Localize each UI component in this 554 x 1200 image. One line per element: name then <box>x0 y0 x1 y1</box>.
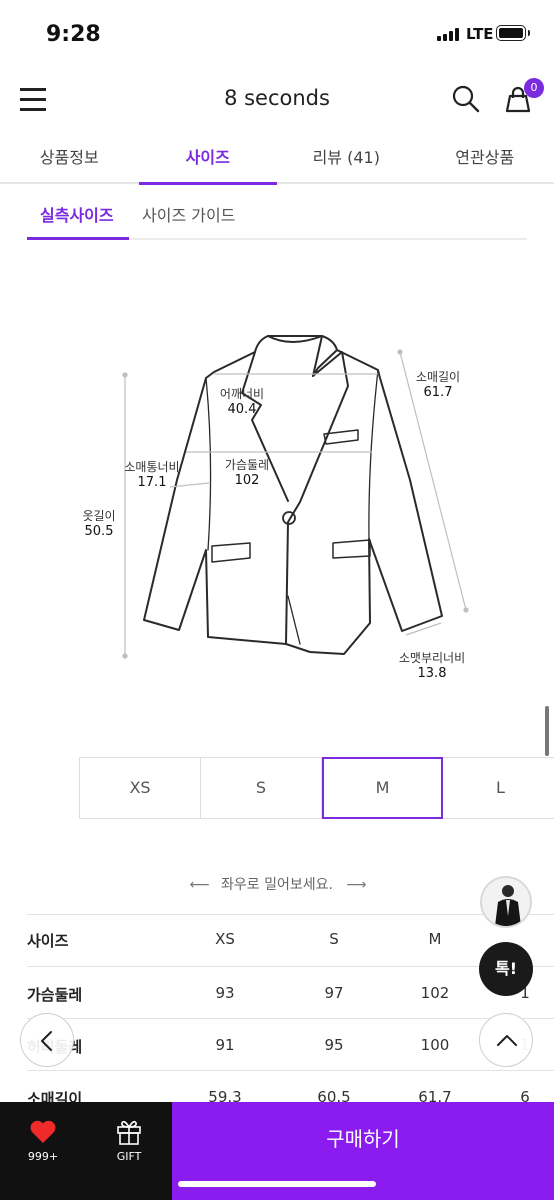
tab-reviews[interactable]: 리뷰 (41) <box>277 138 416 182</box>
wishlist-button[interactable]: 999+ <box>0 1102 86 1200</box>
table-row-label: 가슴둘레 <box>27 986 83 1004</box>
table-cell: 102 <box>420 984 450 1002</box>
table-header-label: 사이즈 <box>27 932 69 950</box>
table-row: 허리둘레 91 95 100 1 <box>27 1018 554 1070</box>
gift-label: GIFT <box>116 1150 142 1163</box>
talk-button[interactable]: 톡! <box>479 942 533 996</box>
size-option-m[interactable]: M <box>322 757 443 819</box>
table-header-row: 사이즈 XS S M <box>27 914 554 966</box>
size-option-s[interactable]: S <box>201 758 322 818</box>
table-cell: 97 <box>324 984 344 1002</box>
swipe-hint: ⟵ 좌우로 밀어보세요. ⟶ <box>0 874 554 894</box>
diagram-length: 옷길이 50.5 <box>82 509 116 539</box>
arrow-left-icon: ⟵ <box>189 877 210 893</box>
back-button[interactable] <box>20 1013 74 1067</box>
network-label: LTE <box>466 25 494 43</box>
subtab-size-guide[interactable]: 사이즈 가이드 <box>142 202 235 226</box>
scrollbar[interactable] <box>545 706 549 756</box>
table-cell: 100 <box>420 1036 450 1054</box>
tab-related[interactable]: 연관상품 <box>416 138 554 182</box>
product-thumbnail[interactable] <box>480 876 532 928</box>
size-selector: XS S M L <box>79 757 554 819</box>
chevron-up-icon <box>497 1035 517 1046</box>
diagram-cuff-width: 소맷부리너비 13.8 <box>398 651 466 681</box>
subtab-measured-size[interactable]: 실측사이즈 <box>40 202 114 226</box>
diagram-shoulder: 어깨너비 40.4 <box>219 387 265 417</box>
table-cell: 91 <box>215 1036 235 1054</box>
subtab-underline <box>27 237 129 240</box>
size-subtabs: 실측사이즈 사이즈 가이드 <box>27 192 527 240</box>
size-table: 사이즈 XS S M 가슴둘레 93 97 102 1 허리둘레 91 95 1… <box>27 914 554 1122</box>
battery-icon <box>496 25 530 41</box>
cart-badge: 0 <box>524 78 544 98</box>
gift-icon <box>117 1120 141 1145</box>
jacket-illustration <box>122 335 469 659</box>
table-cell: 93 <box>215 984 235 1002</box>
size-option-xs[interactable]: XS <box>80 758 201 818</box>
size-diagram: 어깨너비 40.4 소매길이 61.7 소매통너비 17.1 가슴둘레 102 … <box>0 300 554 700</box>
status-bar: 9:28 LTE <box>0 0 554 66</box>
table-row: 가슴둘레 93 97 102 1 <box>27 966 554 1018</box>
table-header-cell: S <box>329 930 339 948</box>
diagram-chest: 가슴둘레 102 <box>224 458 270 488</box>
heart-icon <box>30 1120 56 1143</box>
table-header-cell: XS <box>215 930 235 948</box>
arrow-right-icon: ⟶ <box>346 877 366 893</box>
app-header: 8 seconds 0 <box>0 66 554 132</box>
swipe-hint-text: 좌우로 밀어보세요. <box>221 877 333 893</box>
tab-product-info[interactable]: 상품정보 <box>0 138 139 182</box>
diagram-sleeve-length: 소매길이 61.7 <box>415 370 461 400</box>
chevron-left-icon <box>41 1031 52 1051</box>
product-tabs: 상품정보 사이즈 리뷰 (41) 연관상품 <box>0 138 554 185</box>
table-header-cell: M <box>428 930 442 948</box>
size-option-l[interactable]: L <box>443 758 554 818</box>
wishlist-count: 999+ <box>27 1150 59 1163</box>
home-indicator <box>178 1181 376 1187</box>
scroll-top-button[interactable] <box>479 1013 533 1067</box>
gift-button[interactable]: GIFT <box>86 1102 172 1200</box>
tab-size[interactable]: 사이즈 <box>138 138 278 185</box>
signal-icon <box>437 28 459 41</box>
table-cell: 95 <box>324 1036 344 1054</box>
search-icon[interactable] <box>451 84 481 114</box>
status-time: 9:28 <box>46 22 101 47</box>
diagram-sleeve-width: 소매통너비 17.1 <box>124 460 180 490</box>
